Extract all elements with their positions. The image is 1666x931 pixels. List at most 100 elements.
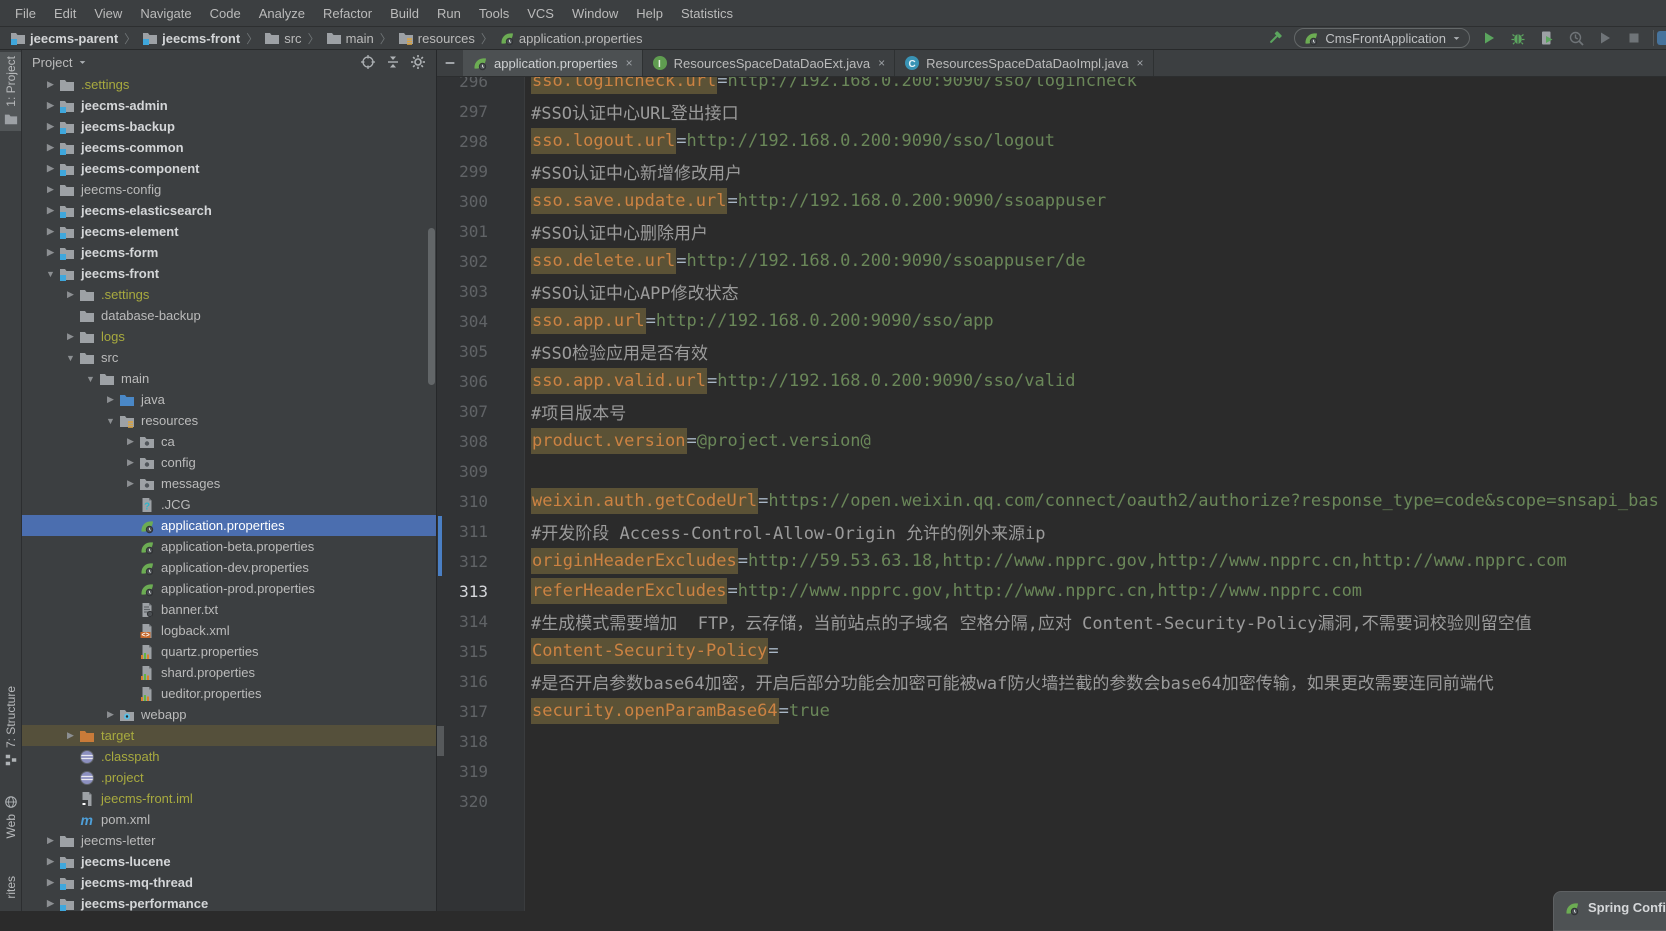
chevron-expanded-icon[interactable]: ▼ [62,353,79,363]
search-everywhere-icon[interactable] [1657,31,1666,45]
line-number[interactable]: 315 [437,642,488,661]
editor-line-297[interactable]: 297#SSO认证中心URL登出接口 [437,96,1666,126]
menu-run[interactable]: Run [428,2,470,25]
tree-item-jeecms-front[interactable]: ▼jeecms-front [22,263,436,284]
run-button[interactable] [1479,28,1499,48]
editor-line-299[interactable]: 299#SSO认证中心新增修改用户 [437,156,1666,186]
collapse-all-button[interactable] [385,54,401,70]
editor-line-315[interactable]: 315Content-Security-Policy= [437,636,1666,666]
tree-item--jcg[interactable]: ?.JCG [22,494,436,515]
editor-line-313[interactable]: 313referHeaderExcludes=http://www.npprc.… [437,576,1666,606]
line-number[interactable]: 319 [437,762,488,781]
editor-line-310[interactable]: 310weixin.auth.getCodeUrl=https://open.w… [437,486,1666,516]
editor-line-307[interactable]: 307#项目版本号 [437,396,1666,426]
breadcrumb-application.properties[interactable]: application.properties [497,30,645,46]
editor-line-300[interactable]: 300sso.save.update.url=http://192.168.0.… [437,186,1666,216]
line-number[interactable]: 314 [437,612,488,631]
chevron-collapsed-icon[interactable]: ▶ [62,331,79,342]
tree-item-pom-xml[interactable]: mpom.xml [22,809,436,830]
play-disabled-button[interactable] [1595,28,1615,48]
project-scrollbar-thumb[interactable] [428,228,435,385]
tree-item-logs[interactable]: ▶logs [22,326,436,347]
close-icon[interactable]: × [626,56,633,70]
chevron-collapsed-icon[interactable]: ▶ [42,835,59,846]
notification-balloon[interactable]: Spring Config [1553,891,1666,931]
line-number[interactable]: 308 [437,432,488,451]
debug-button[interactable] [1508,28,1528,48]
close-icon[interactable]: × [878,56,885,70]
line-number[interactable]: 307 [437,402,488,421]
menu-analyze[interactable]: Analyze [250,2,314,25]
editor-content[interactable]: 296sso.logincheck.url=http://192.168.0.2… [437,66,1666,816]
profiler-disabled-button[interactable] [1566,28,1586,48]
line-number[interactable]: 305 [437,342,488,361]
chevron-collapsed-icon[interactable]: ▶ [62,730,79,741]
tree-item-logback-xml[interactable]: <>logback.xml [22,620,436,641]
chevron-collapsed-icon[interactable]: ▶ [122,457,139,468]
close-icon[interactable]: × [1137,56,1144,70]
tree-item--settings[interactable]: ▶.settings [22,74,436,95]
editor-line-318[interactable]: 318 [437,726,1666,756]
tool-window-button-web[interactable]: Web [0,790,22,842]
stop-disabled-button[interactable] [1624,28,1644,48]
tree-item-resources[interactable]: ▼resources [22,410,436,431]
tree-item-application-dev-properties[interactable]: application-dev.properties [22,557,436,578]
chevron-collapsed-icon[interactable]: ▶ [42,142,59,153]
tree-item-jeecms-element[interactable]: ▶jeecms-element [22,221,436,242]
tree-item-banner-txt[interactable]: banner.txt [22,599,436,620]
tree-item-shard-properties[interactable]: shard.properties [22,662,436,683]
tree-item-jeecms-form[interactable]: ▶jeecms-form [22,242,436,263]
run-configuration-selector[interactable]: CmsFrontApplication [1294,28,1470,48]
tree-item-ca[interactable]: ▶ca [22,431,436,452]
chevron-collapsed-icon[interactable]: ▶ [42,856,59,867]
line-number[interactable]: 310 [437,492,488,511]
tree-item-target[interactable]: ▶target [22,725,436,746]
chevron-collapsed-icon[interactable]: ▶ [42,184,59,195]
line-number[interactable]: 297 [437,102,488,121]
menu-vcs[interactable]: VCS [518,2,563,25]
line-number[interactable]: 303 [437,282,488,301]
editor-line-306[interactable]: 306sso.app.valid.url=http://192.168.0.20… [437,366,1666,396]
tree-item-jeecms-config[interactable]: ▶jeecms-config [22,179,436,200]
project-tree[interactable]: ▶.settings▶jeecms-admin▶jeecms-backup▶je… [22,74,436,911]
line-number[interactable]: 318 [437,732,488,751]
line-number[interactable]: 306 [437,372,488,391]
menu-build[interactable]: Build [381,2,428,25]
editor-line-301[interactable]: 301#SSO认证中心删除用户 [437,216,1666,246]
tree-item-messages[interactable]: ▶messages [22,473,436,494]
menu-view[interactable]: View [85,2,131,25]
line-number[interactable]: 317 [437,702,488,721]
chevron-collapsed-icon[interactable]: ▶ [62,289,79,300]
breadcrumb-resources[interactable]: resources [396,30,477,46]
breadcrumb-jeecms-parent[interactable]: jeecms-parent [8,30,120,46]
editor-pane[interactable]: application.properties×IResourcesSpaceDa… [437,50,1666,911]
editor-line-303[interactable]: 303#SSO认证中心APP修改状态 [437,276,1666,306]
menu-tools[interactable]: Tools [470,2,518,25]
tree-item-jeecms-lucene[interactable]: ▶jeecms-lucene [22,851,436,872]
editor-line-314[interactable]: 314#生成模式需要增加 FTP，云存储，当前站点的子域名 空格分隔,应对 Co… [437,606,1666,636]
editor-line-317[interactable]: 317security.openParamBase64=true [437,696,1666,726]
tree-item-jeecms-backup[interactable]: ▶jeecms-backup [22,116,436,137]
tree-item-jeecms-common[interactable]: ▶jeecms-common [22,137,436,158]
line-number[interactable]: 299 [437,162,488,181]
breadcrumb-jeecms-front[interactable]: jeecms-front [140,30,242,46]
chevron-collapsed-icon[interactable]: ▶ [42,121,59,132]
chevron-collapsed-icon[interactable]: ▶ [42,100,59,111]
editor-line-309[interactable]: 309 [437,456,1666,486]
line-number[interactable]: 298 [437,132,488,151]
chevron-collapsed-icon[interactable]: ▶ [42,877,59,888]
editor-line-316[interactable]: 316#是否开启参数base64加密，开启后部分功能会加密可能被waf防火墙拦截… [437,666,1666,696]
chevron-collapsed-icon[interactable]: ▶ [42,226,59,237]
tree-item-jeecms-mq-thread[interactable]: ▶jeecms-mq-thread [22,872,436,893]
chevron-collapsed-icon[interactable]: ▶ [42,205,59,216]
tree-item-application-beta-properties[interactable]: application-beta.properties [22,536,436,557]
line-number[interactable]: 316 [437,672,488,691]
tree-item-jeecms-component[interactable]: ▶jeecms-component [22,158,436,179]
menu-code[interactable]: Code [201,2,250,25]
tree-item-jeecms-letter[interactable]: ▶jeecms-letter [22,830,436,851]
editor-tab-application-properties[interactable]: application.properties× [463,50,643,76]
chevron-collapsed-icon[interactable]: ▶ [42,247,59,258]
tree-item-config[interactable]: ▶config [22,452,436,473]
tool-window-button-7-structure[interactable]: 7: Structure [0,682,22,772]
chevron-expanded-icon[interactable]: ▼ [42,269,59,279]
